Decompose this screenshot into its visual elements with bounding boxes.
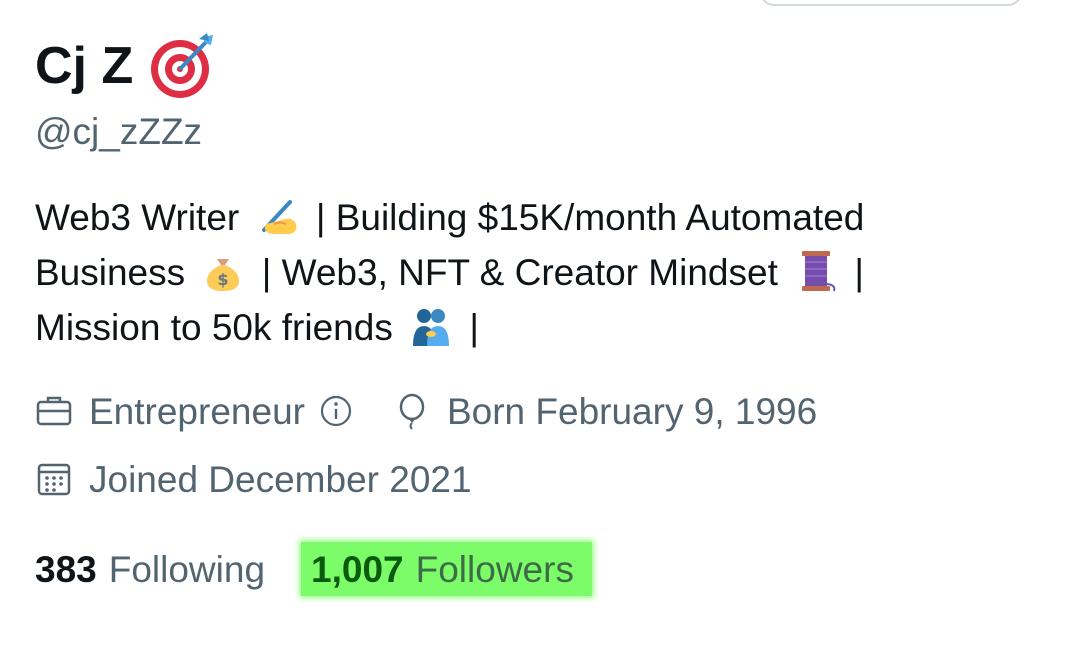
followers-count: 1,007 [311, 548, 404, 590]
people-hugging-icon [409, 304, 453, 348]
svg-text:$: $ [218, 270, 229, 289]
money-bag-icon: $ [201, 249, 245, 293]
edit-profile-button[interactable] [760, 0, 1022, 6]
calendar-icon [35, 460, 73, 498]
profile-handle: @cj_zZZz [35, 111, 203, 152]
bio-line-2: Business $ | Web3, NFT & Creator Mindset [35, 245, 995, 300]
target-icon [147, 31, 217, 101]
bio-text: | [854, 252, 865, 293]
display-name: Cj Z [35, 37, 134, 95]
profile-joined-date: Joined December 2021 [89, 458, 472, 500]
profile-birthday: Born February 9, 1996 [446, 390, 818, 432]
name-row: Cj Z [35, 31, 217, 101]
profile-bio: Web3 Writer | Building $15K/month Automa… [35, 190, 995, 355]
bio-text: Web3 Writer [35, 197, 240, 238]
bio-text: Business [35, 252, 186, 293]
bio-line-3: Mission to 50k friends | [35, 300, 995, 355]
profile-stats: 383 Following 1,007 Followers [35, 542, 592, 596]
bio-text: | [469, 307, 480, 348]
profile-meta-row: Entrepreneur Born February 9, 1996 [35, 392, 817, 430]
bio-text: Mission to 50k friends [35, 307, 393, 348]
following-count: 383 [35, 548, 97, 590]
thread-spool-icon [794, 249, 838, 293]
followers-link[interactable]: 1,007 Followers [301, 542, 592, 596]
followers-label: Followers [415, 548, 574, 590]
bio-text: | Building $15K/month Automated [315, 197, 865, 238]
profile-meta-row: Joined December 2021 [35, 460, 472, 498]
profile-category: Entrepreneur [89, 390, 305, 432]
balloon-icon [393, 392, 431, 430]
info-icon[interactable] [319, 394, 353, 428]
following-label: Following [108, 548, 266, 590]
following-link[interactable]: 383 Following [35, 542, 265, 596]
bio-text: | Web3, NFT & Creator Mindset [261, 252, 778, 293]
writing-hand-icon [256, 194, 300, 238]
bio-line-1: Web3 Writer | Building $15K/month Automa… [35, 190, 995, 245]
briefcase-icon [35, 392, 73, 430]
